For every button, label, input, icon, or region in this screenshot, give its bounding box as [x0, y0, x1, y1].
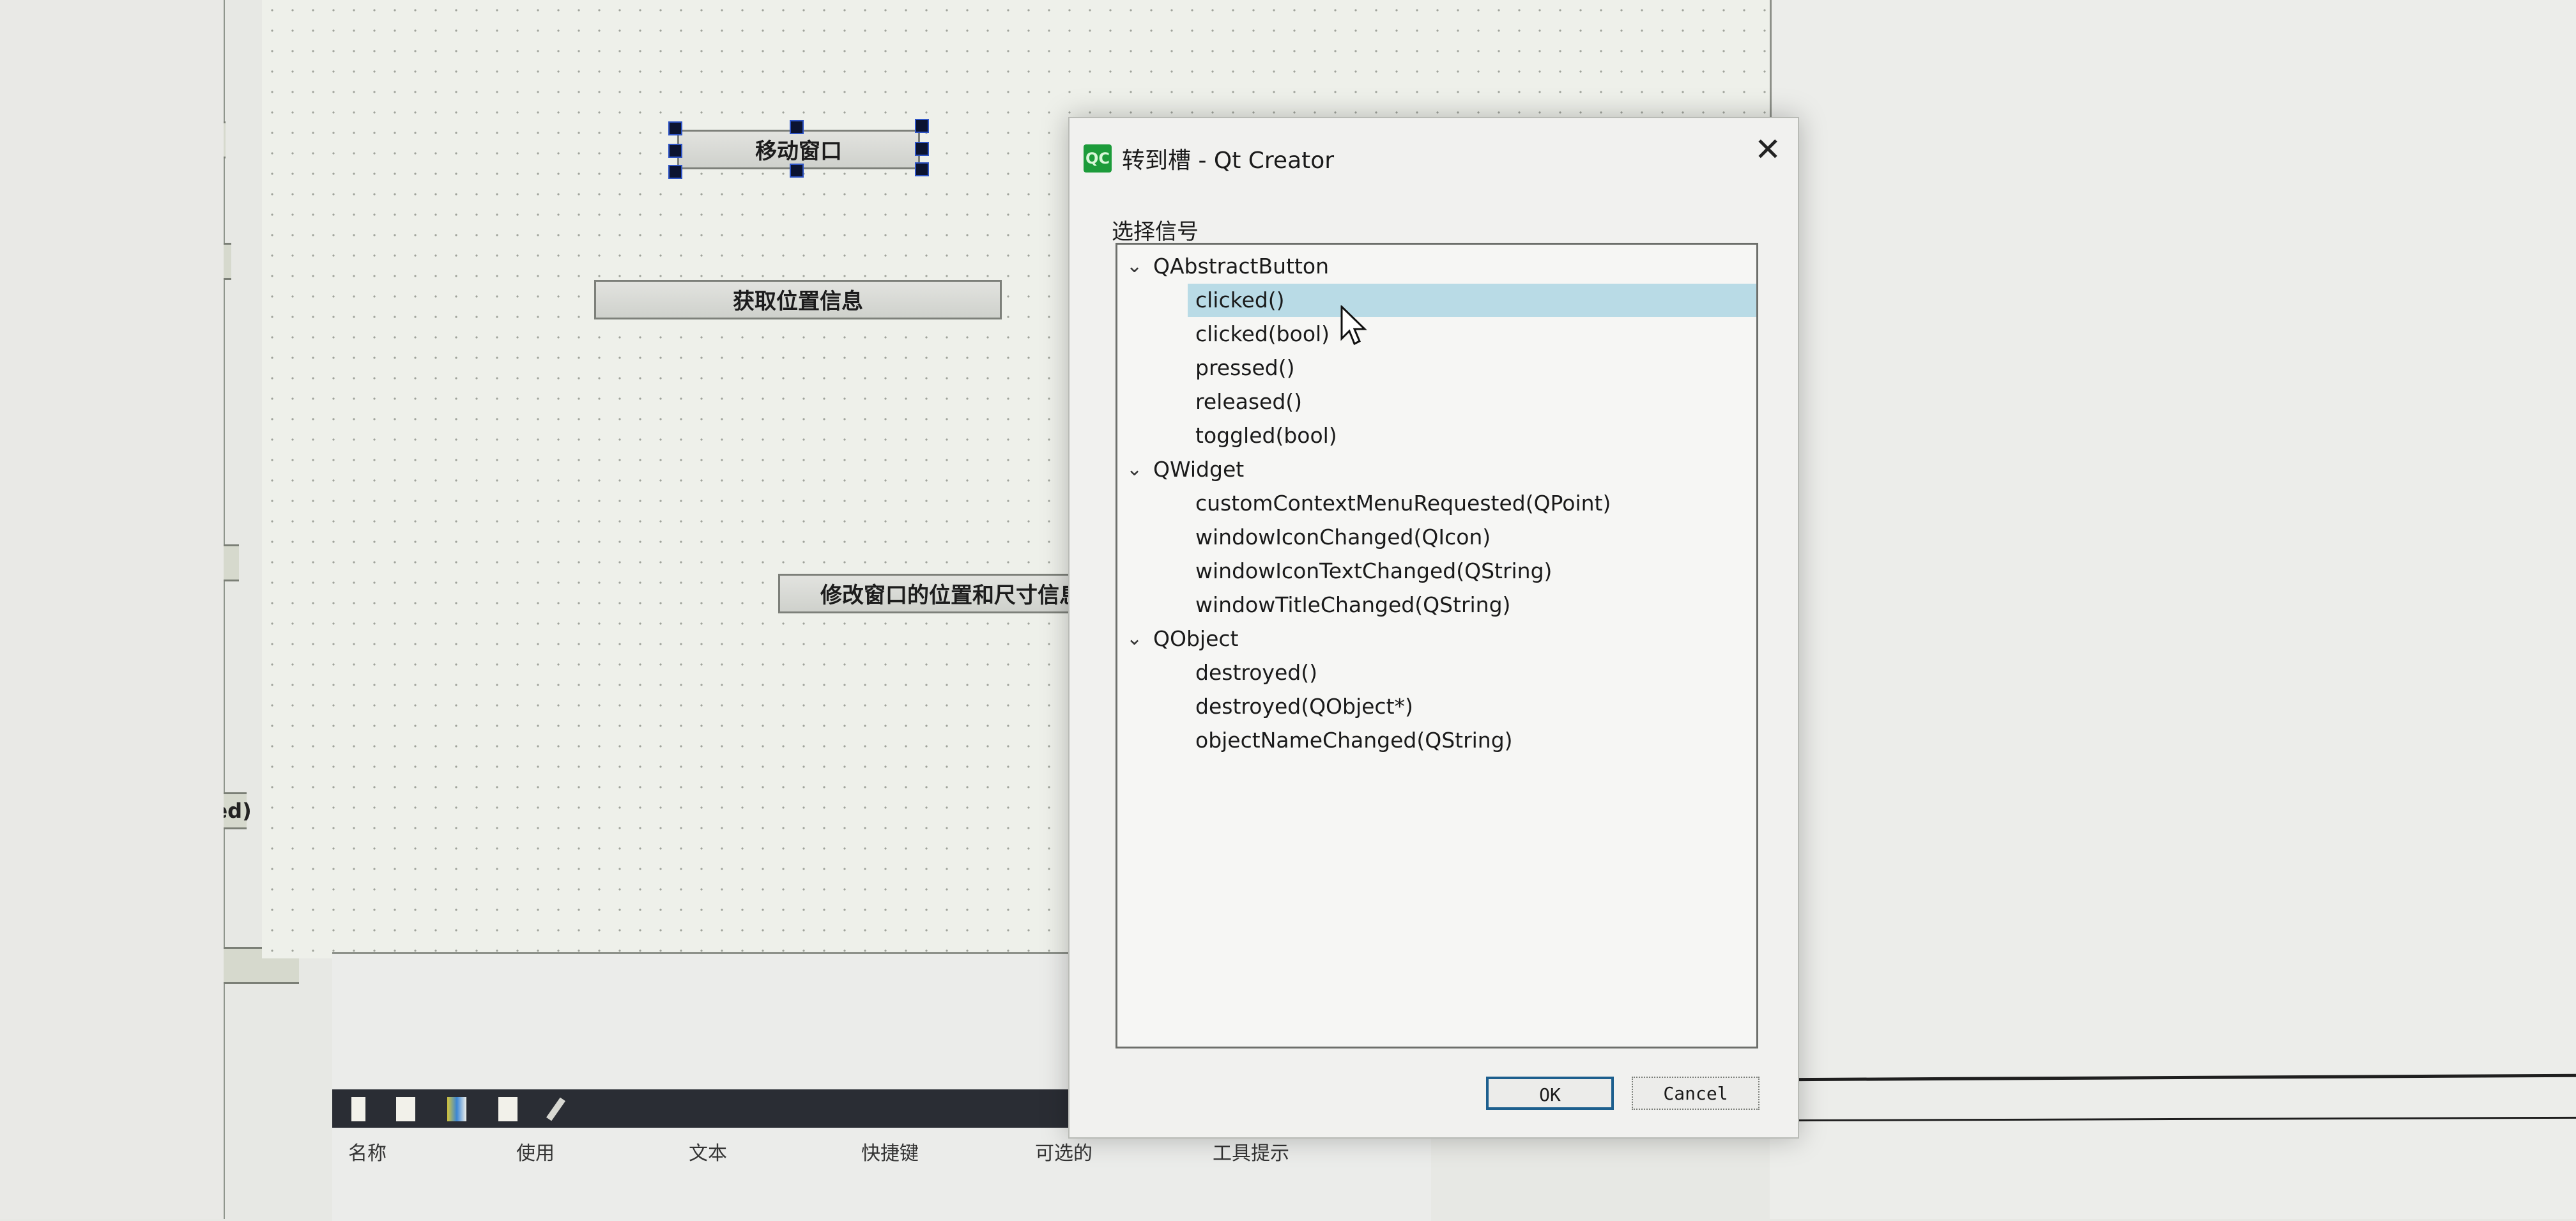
dialog-title: 转到槽 - Qt Creator — [1122, 148, 1335, 174]
mouse-cursor-icon — [1340, 305, 1367, 346]
delete-icon[interactable] — [498, 1097, 518, 1121]
signal-item[interactable]: clicked() — [1188, 284, 1756, 317]
signal-item[interactable]: destroyed() — [1117, 656, 1756, 689]
column-header-shortcut[interactable]: 快捷键 — [861, 1137, 919, 1165]
signal-label: clicked(bool) — [1195, 321, 1330, 346]
signal-label: customContextMenuRequested(QPoint) — [1195, 491, 1611, 516]
signal-item[interactable]: destroyed(QObject*) — [1117, 690, 1756, 723]
column-header-text[interactable]: 文本 — [689, 1137, 727, 1165]
tree-group-qabstractbutton[interactable]: ⌄ QAbstractButton — [1117, 250, 1756, 283]
resize-handle-ne[interactable] — [915, 119, 929, 133]
modify-geometry-button[interactable]: 修改窗口的位置和尺寸信息 — [778, 574, 1085, 613]
dialog-title-bar: QC 转到槽 - Qt Creator — [1084, 142, 1334, 174]
expand-chevron-icon[interactable]: ⌄ — [1126, 453, 1142, 486]
signal-label: clicked() — [1195, 288, 1285, 312]
qt-creator-logo-icon: QC — [1084, 144, 1112, 173]
signal-item[interactable]: objectNameChanged(QString) — [1117, 724, 1756, 757]
signal-label: toggled(bool) — [1195, 423, 1337, 448]
go-to-slot-dialog: QC 转到槽 - Qt Creator ✕ 选择信号 ⌄ QAbstractBut… — [1068, 117, 1799, 1139]
column-header-name[interactable]: 名称 — [348, 1137, 387, 1165]
group-label: QAbstractButton — [1153, 254, 1330, 279]
close-icon[interactable]: ✕ — [1754, 131, 1781, 168]
resize-handle-s[interactable] — [790, 164, 804, 178]
signal-item[interactable]: windowIconChanged(QIcon) — [1117, 521, 1756, 554]
signal-item[interactable]: customContextMenuRequested(QPoint) — [1117, 487, 1756, 520]
signal-label: objectNameChanged(QString) — [1195, 728, 1513, 753]
paste-icon[interactable] — [447, 1097, 466, 1121]
action-editor-toolbar — [332, 1089, 1099, 1128]
resize-handle-e[interactable] — [915, 142, 929, 156]
resize-handle-se[interactable] — [915, 162, 929, 176]
signal-item[interactable]: pressed() — [1117, 351, 1756, 385]
resize-handle-sw[interactable] — [668, 165, 682, 179]
tree-group-qobject[interactable]: ⌄ QObject — [1117, 622, 1756, 656]
signal-label: destroyed(QObject*) — [1195, 694, 1413, 719]
signal-label: windowTitleChanged(QString) — [1195, 592, 1511, 617]
signal-item[interactable]: clicked(bool) — [1117, 318, 1756, 351]
signal-item[interactable]: released() — [1117, 385, 1756, 419]
column-header-checkable[interactable]: 可选的 — [1035, 1137, 1092, 1165]
resize-handle-nw[interactable] — [668, 121, 682, 135]
widget-box-scrollbar[interactable] — [0, 0, 224, 1219]
new-action-icon[interactable] — [351, 1097, 365, 1121]
signal-label: destroyed() — [1195, 660, 1317, 685]
expand-chevron-icon[interactable]: ⌄ — [1126, 622, 1142, 656]
signal-label: released() — [1195, 389, 1303, 414]
group-label: QObject — [1153, 626, 1239, 651]
tree-group-qwidget[interactable]: ⌄ QWidget — [1117, 453, 1756, 486]
ok-button[interactable]: OK — [1486, 1077, 1614, 1110]
get-position-button[interactable]: 获取位置信息 — [594, 280, 1002, 319]
expand-chevron-icon[interactable]: ⌄ — [1126, 250, 1142, 283]
cancel-button[interactable]: Cancel — [1632, 1077, 1759, 1110]
copy-icon[interactable] — [396, 1097, 415, 1121]
signal-item[interactable]: windowIconTextChanged(QString) — [1117, 555, 1756, 588]
column-header-used[interactable]: 使用 — [516, 1137, 555, 1165]
signal-tree[interactable]: ⌄ QAbstractButton clicked() clicked(bool) pr… — [1116, 243, 1758, 1048]
signal-label: windowIconChanged(QIcon) — [1195, 525, 1491, 549]
signal-label: windowIconTextChanged(QString) — [1195, 558, 1552, 583]
settings-wrench-icon[interactable] — [546, 1097, 565, 1121]
signal-item[interactable]: toggled(bool) — [1117, 419, 1756, 452]
resize-handle-w[interactable] — [668, 144, 682, 158]
group-label: QWidget — [1153, 457, 1245, 482]
resize-handle-n[interactable] — [790, 120, 804, 134]
select-signal-label: 选择信号 — [1112, 219, 1199, 245]
column-header-tooltip[interactable]: 工具提示 — [1213, 1137, 1289, 1165]
signal-item[interactable]: windowTitleChanged(QString) — [1117, 588, 1756, 622]
signal-label: pressed() — [1195, 355, 1295, 380]
canvas-outer-area — [1770, 0, 2576, 1219]
